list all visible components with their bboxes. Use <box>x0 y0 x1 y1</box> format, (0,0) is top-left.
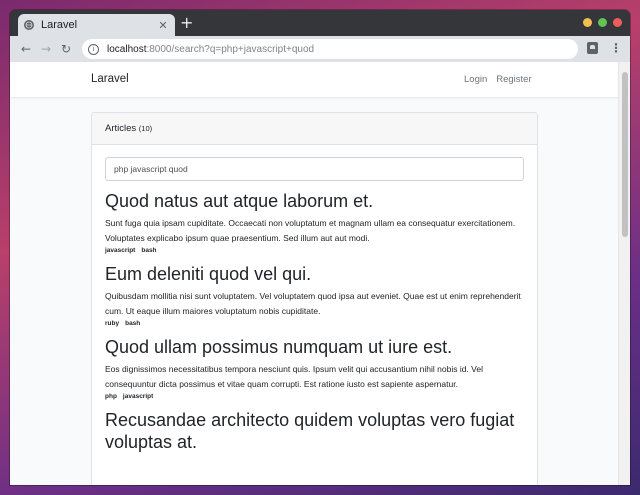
page-viewport: Laravel Login Register Articles (10) Quo… <box>10 62 630 485</box>
article-item: Quod natus aut atque laborum et. Sunt fu… <box>105 190 524 254</box>
site-navbar: Laravel Login Register <box>10 62 630 97</box>
extension-icon[interactable] <box>587 42 598 54</box>
article-tag[interactable]: bash <box>125 320 140 327</box>
article-tag[interactable]: javascript <box>123 393 153 400</box>
article-title[interactable]: Quod ullam possimus numquam ut iure est. <box>105 336 524 358</box>
scrollbar-thumb[interactable] <box>622 72 628 237</box>
article-title[interactable]: Quod natus aut atque laborum et. <box>105 190 524 212</box>
minimize-button[interactable] <box>583 18 592 27</box>
tab-title: Laravel <box>41 19 78 31</box>
card-header: Articles (10) <box>92 113 537 145</box>
article-tag[interactable]: ruby <box>105 320 119 327</box>
close-window-button[interactable] <box>613 18 622 27</box>
address-bar[interactable]: i localhost:8000/search?q=php+javascript… <box>82 39 578 59</box>
window-controls <box>583 18 622 27</box>
card-title: Articles <box>105 123 137 134</box>
article-tag[interactable]: javascript <box>105 247 135 254</box>
article-body: Eos dignissimos necessitatibus tempora n… <box>105 364 483 389</box>
browser-window: Laravel ✕ + ← → ↻ i localhost:8000/searc… <box>10 10 630 485</box>
article-count: (10) <box>138 124 153 133</box>
forward-arrow-icon[interactable]: → <box>36 42 56 56</box>
url-path: :8000/search?q=php+javascript+quod <box>146 43 315 55</box>
new-tab-button[interactable]: + <box>180 15 193 31</box>
close-tab-icon[interactable]: ✕ <box>157 19 169 32</box>
article-item: Quod ullam possimus numquam ut iure est.… <box>105 336 524 400</box>
article-item: Recusandae architecto quidem voluptas ve… <box>105 409 524 453</box>
page-scrollbar[interactable] <box>618 62 630 485</box>
globe-icon <box>24 20 34 30</box>
search-input[interactable] <box>105 157 524 181</box>
article-body: Quibusdam mollitia nisi sunt voluptatem.… <box>105 291 521 316</box>
articles-card: Articles (10) Quod natus aut atque labor… <box>91 112 538 485</box>
url-host: localhost <box>107 43 147 55</box>
brand-link[interactable]: Laravel <box>91 73 129 85</box>
back-arrow-icon[interactable]: ← <box>16 42 36 56</box>
menu-kebab-icon[interactable]: ⋮ <box>610 42 622 54</box>
tab-bar: Laravel ✕ + <box>10 10 630 36</box>
browser-toolbar: ← → ↻ i localhost:8000/search?q=php+java… <box>10 36 630 62</box>
info-icon[interactable]: i <box>88 43 99 55</box>
article-tag[interactable]: php <box>105 393 117 400</box>
article-tag[interactable]: bash <box>141 247 156 254</box>
login-link[interactable]: Login <box>464 74 487 85</box>
browser-tab[interactable]: Laravel ✕ <box>18 14 175 36</box>
article-body: Sunt fuga quia ipsam cupiditate. Occaeca… <box>105 218 516 243</box>
article-title[interactable]: Recusandae architecto quidem voluptas ve… <box>105 409 524 453</box>
reload-icon[interactable]: ↻ <box>56 42 76 56</box>
maximize-button[interactable] <box>598 18 607 27</box>
register-link[interactable]: Register <box>496 74 531 85</box>
article-title[interactable]: Eum deleniti quod vel qui. <box>105 263 524 285</box>
article-item: Eum deleniti quod vel qui. Quibusdam mol… <box>105 263 524 327</box>
